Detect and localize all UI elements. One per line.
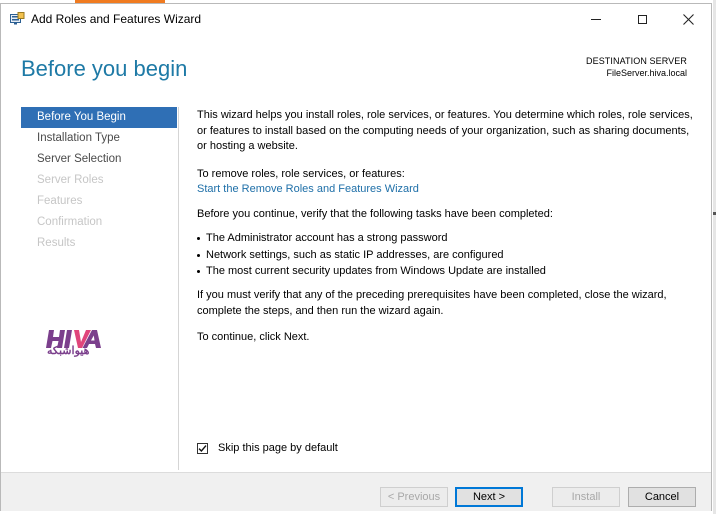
install-button: Install bbox=[552, 487, 620, 507]
remove-roles-link[interactable]: Start the Remove Roles and Features Wiza… bbox=[197, 182, 419, 198]
nav-item-confirmation: Confirmation bbox=[37, 216, 103, 228]
title-bar[interactable]: Add Roles and Features Wizard bbox=[1, 4, 711, 34]
list-item-text: The Administrator account has a strong p… bbox=[206, 232, 448, 244]
nav-divider bbox=[178, 107, 179, 470]
nav-item-server-selection[interactable]: Server Selection bbox=[21, 149, 177, 170]
minimize-icon bbox=[591, 18, 601, 20]
intro-text: This wizard helps you install roles, rol… bbox=[197, 109, 693, 152]
nav-item-before-you-begin[interactable]: Before You Begin bbox=[21, 107, 177, 128]
list-item-text: Network settings, such as static IP addr… bbox=[206, 248, 504, 261]
window-title: Add Roles and Features Wizard bbox=[31, 12, 202, 26]
list-item: The most current security updates from W… bbox=[197, 264, 546, 281]
remove-heading: To remove roles, role services, or featu… bbox=[197, 168, 405, 180]
nav-item-installation-type[interactable]: Installation Type bbox=[21, 128, 177, 149]
close-button[interactable] bbox=[665, 4, 711, 34]
skip-page-label[interactable]: Skip this page by default bbox=[218, 442, 338, 454]
nav-item-server-roles: Server Roles bbox=[37, 174, 104, 186]
list-item: The Administrator account has a strong p… bbox=[197, 231, 546, 248]
nav-item-results: Results bbox=[37, 237, 76, 249]
nav-item-features: Features bbox=[37, 195, 83, 207]
continue-note: To continue, click Next. bbox=[197, 331, 310, 343]
checkmark-icon bbox=[198, 444, 207, 452]
destination-server-label: DESTINATION SERVER bbox=[586, 56, 687, 66]
bullet-icon bbox=[197, 253, 200, 257]
close-icon bbox=[682, 13, 694, 25]
wizard-footer: < Previous Next > Install Cancel bbox=[1, 472, 711, 511]
skip-page-option[interactable]: Skip this page by default bbox=[197, 442, 338, 454]
cancel-button[interactable]: Cancel bbox=[628, 487, 696, 507]
server-manager-icon bbox=[10, 12, 25, 25]
list-item: Network settings, such as static IP addr… bbox=[197, 248, 546, 265]
bullet-icon bbox=[197, 270, 200, 273]
prerequisite-list: The Administrator account has a strong p… bbox=[197, 231, 546, 281]
wizard-nav: Before You Begin Installation Type Serve… bbox=[21, 107, 177, 254]
list-item-text: The most current security updates from W… bbox=[206, 265, 546, 277]
maximize-button[interactable] bbox=[619, 4, 665, 34]
next-button[interactable]: Next > bbox=[455, 487, 523, 507]
previous-button: < Previous bbox=[380, 487, 448, 507]
maximize-icon bbox=[637, 14, 647, 24]
destination-server-name: FileServer.hiva.local bbox=[606, 68, 687, 78]
prerequisite-note: If you must verify that any of the prece… bbox=[197, 289, 667, 317]
bullet-icon bbox=[197, 237, 200, 240]
verify-heading: Before you continue, verify that the fol… bbox=[197, 208, 553, 220]
hiva-logo-caption: هیواشبکه bbox=[47, 345, 90, 357]
wizard-window: Add Roles and Features Wizard Before you… bbox=[0, 3, 712, 511]
minimize-button[interactable] bbox=[573, 4, 619, 34]
page-title: Before you begin bbox=[21, 56, 188, 81]
skip-page-checkbox[interactable] bbox=[197, 442, 208, 454]
